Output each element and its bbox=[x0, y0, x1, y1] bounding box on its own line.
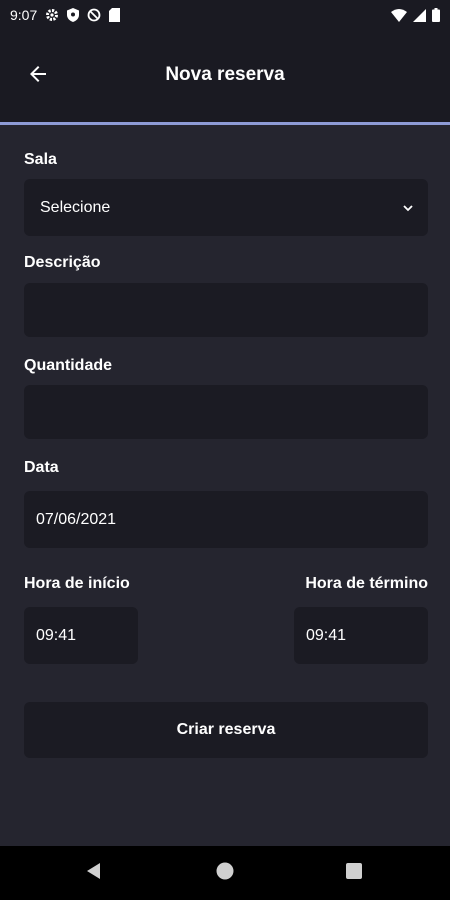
gear-icon bbox=[45, 8, 59, 22]
room-select[interactable]: Selecione bbox=[24, 179, 428, 236]
end-time-label: Hora de término bbox=[305, 575, 428, 592]
home-circle-icon bbox=[216, 862, 234, 885]
description-input[interactable] bbox=[24, 283, 428, 337]
new-reservation-screen: 9:07 Nova reserva Sala Selecione Descriç… bbox=[0, 0, 450, 900]
recents-square-icon bbox=[345, 862, 363, 885]
nav-recents-button[interactable] bbox=[340, 859, 368, 887]
start-time-input[interactable]: 09:41 bbox=[24, 607, 138, 664]
sd-card-icon bbox=[109, 8, 121, 22]
date-input[interactable]: 07/06/2021 bbox=[24, 491, 428, 548]
no-sync-icon bbox=[87, 8, 101, 22]
room-select-value: Selecione bbox=[40, 198, 111, 216]
start-time-label: Hora de início bbox=[24, 575, 130, 592]
system-nav-bar bbox=[0, 846, 450, 900]
date-value: 07/06/2021 bbox=[36, 510, 117, 528]
back-triangle-icon bbox=[85, 862, 103, 885]
start-time-value: 09:41 bbox=[36, 626, 77, 644]
shield-icon bbox=[67, 8, 80, 22]
end-time-input[interactable]: 09:41 bbox=[294, 607, 428, 664]
date-label: Data bbox=[24, 459, 59, 476]
status-bar: 9:07 bbox=[0, 0, 450, 30]
room-label: Sala bbox=[24, 151, 57, 168]
nav-home-button[interactable] bbox=[211, 859, 239, 887]
app-bar: Nova reserva bbox=[0, 30, 450, 122]
app-bar-divider bbox=[0, 122, 450, 125]
signal-icon bbox=[413, 8, 426, 22]
create-reservation-button[interactable]: Criar reserva bbox=[24, 702, 428, 758]
end-time-value: 09:41 bbox=[306, 626, 347, 644]
chevron-down-icon bbox=[402, 199, 414, 217]
quantity-label: Quantidade bbox=[24, 357, 113, 374]
status-time: 9:07 bbox=[10, 7, 38, 23]
battery-icon bbox=[432, 8, 440, 22]
description-label: Descrição bbox=[24, 254, 101, 271]
quantity-input[interactable] bbox=[24, 385, 428, 439]
wifi-icon bbox=[391, 8, 407, 22]
nav-back-button[interactable] bbox=[80, 859, 108, 887]
page-title: Nova reserva bbox=[165, 64, 285, 85]
